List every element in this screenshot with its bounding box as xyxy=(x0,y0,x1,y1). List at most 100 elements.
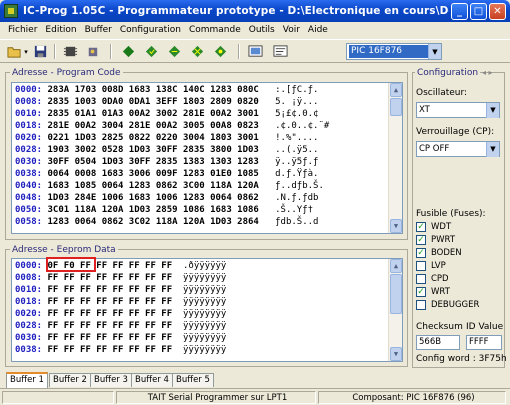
row-hex[interactable]: FF FF FF FF FF FF FF FF xyxy=(48,309,173,319)
fuse-checkbox-boden[interactable]: ✓ BODEN xyxy=(416,248,462,258)
save-icon[interactable] xyxy=(32,43,49,60)
checkbox-icon[interactable] xyxy=(416,274,426,284)
scroll-thumb[interactable] xyxy=(390,274,402,314)
title-bar[interactable]: IC-Prog 1.05C - Programmateur prototype … xyxy=(0,0,510,22)
row-address: 0050: xyxy=(15,205,43,215)
program-code-scrollbar[interactable]: ▲ ▼ xyxy=(388,83,402,233)
row-hex[interactable]: 3C01 118A 120A 1D03 2859 1086 1683 1086 xyxy=(48,205,259,215)
row-hex[interactable]: FF FF FF FF FF FF FF FF xyxy=(48,273,173,283)
toolbar-separator xyxy=(110,44,112,59)
fuse-checkbox-wdt[interactable]: ✓ WDT xyxy=(416,222,451,232)
tab-buffer-3[interactable]: Buffer 3 xyxy=(90,373,132,387)
row-ascii: ÿÿÿÿÿÿÿÿ xyxy=(182,345,227,355)
verify-icon[interactable] xyxy=(166,43,183,60)
blank-check-icon[interactable] xyxy=(212,43,229,60)
menu-edition[interactable]: Edition xyxy=(41,25,80,35)
eeprom-view[interactable]: 0000: 0F F0 FF FF FF FF FF FF .ðÿÿÿÿÿÿ 00… xyxy=(11,258,403,362)
menu-voir[interactable]: Voir xyxy=(279,25,304,35)
menu-fichier[interactable]: Fichier xyxy=(4,25,41,35)
app-icon xyxy=(4,4,18,18)
fuse-checkbox-debugger[interactable]: DEBUGGER xyxy=(416,300,479,310)
read-icon[interactable] xyxy=(143,43,160,60)
chip-settings-icon[interactable] xyxy=(84,43,101,60)
program-icon[interactable] xyxy=(120,43,137,60)
checkbox-icon[interactable] xyxy=(416,261,426,271)
row-hex[interactable]: 0221 1D03 2825 0822 0220 3004 1803 3001 xyxy=(48,133,259,143)
row-hex[interactable]: 1683 1085 0064 1283 0862 3C00 118A 120A xyxy=(48,181,259,191)
fuse-checkbox-wrt[interactable]: ✓ WRT xyxy=(416,287,450,297)
read-chip-icon[interactable] xyxy=(62,43,79,60)
row-address: 0038: xyxy=(15,169,43,179)
fuse-label: WDT xyxy=(431,222,452,232)
fuse-checkbox-cpd[interactable]: CPD xyxy=(416,274,449,284)
erase-icon[interactable] xyxy=(189,43,206,60)
lock-select[interactable]: CP OFF ▼ xyxy=(416,141,500,157)
row-ascii: !.%".... xyxy=(269,133,319,143)
chevron-down-icon[interactable]: ▼ xyxy=(428,44,441,59)
row-ascii: .Š..Yƒ† xyxy=(269,205,314,215)
row-address: 0000: xyxy=(15,85,43,95)
checkbox-icon[interactable]: ✓ xyxy=(416,235,426,245)
row-hex[interactable]: FF FF FF FF FF FF FF FF xyxy=(48,285,173,295)
open-file-icon[interactable] xyxy=(6,43,23,60)
panel-arrows-icon[interactable]: ◂ ▸ xyxy=(482,68,493,77)
fuse-checkbox-pwrt[interactable]: ✓ PWRT xyxy=(416,235,455,245)
row-ascii: ƒ..dƒb.Š. xyxy=(269,181,324,191)
eeprom-row: 0010: FF FF FF FF FF FF FF FF ÿÿÿÿÿÿÿÿ xyxy=(15,284,399,296)
status-bar: TAIT Serial Programmer sur LPT1 Composan… xyxy=(0,388,510,405)
menu-configuration[interactable]: Configuration xyxy=(116,25,185,35)
chevron-down-icon[interactable]: ▼ xyxy=(486,141,499,157)
row-hex[interactable]: 281E 00A2 3004 281E 00A2 3005 00A8 0823 xyxy=(48,121,259,131)
row-hex[interactable]: FF FF FF FF FF FF FF FF xyxy=(48,333,173,343)
row-hex[interactable]: FF FF FF FF FF FF FF FF xyxy=(48,345,173,355)
device-select[interactable]: PIC 16F876 ▼ xyxy=(346,43,442,60)
toolbar-separator xyxy=(238,44,240,59)
row-hex[interactable]: FF FF FF FF FF FF FF FF xyxy=(48,297,173,307)
checkbox-icon[interactable]: ✓ xyxy=(416,222,426,232)
scroll-thumb[interactable] xyxy=(390,98,402,116)
row-hex[interactable]: 1903 3002 0528 1D03 30FF 2835 3800 1D03 xyxy=(48,145,259,155)
oscillator-value: XT xyxy=(419,105,430,115)
tab-buffer-4[interactable]: Buffer 4 xyxy=(131,373,173,387)
maximize-button[interactable]: □ xyxy=(470,3,487,20)
checkbox-icon[interactable]: ✓ xyxy=(416,248,426,258)
oscillator-select[interactable]: XT ▼ xyxy=(416,102,500,118)
scroll-up-icon[interactable]: ▲ xyxy=(390,259,402,273)
menu-buffer[interactable]: Buffer xyxy=(81,25,116,35)
row-hex[interactable]: 1D03 284E 1006 1683 1006 1283 0064 0862 xyxy=(48,193,259,203)
view-assembler-icon[interactable] xyxy=(272,43,289,60)
tab-buffer-5[interactable]: Buffer 5 xyxy=(172,373,214,387)
chevron-down-icon[interactable]: ▼ xyxy=(486,102,499,118)
fuse-checkbox-lvp[interactable]: LVP xyxy=(416,261,446,271)
row-hex[interactable]: 2835 1003 0DA0 0DA1 3EFF 1803 2809 0820 xyxy=(48,97,259,107)
program-code-view[interactable]: 0000: 283A 1703 008D 1683 138C 140C 1283… xyxy=(11,82,403,234)
row-hex[interactable]: 2835 01A1 01A3 00A2 3002 281E 00A2 3001 xyxy=(48,109,259,119)
tab-buffer-1[interactable]: Buffer 1 xyxy=(6,372,48,388)
scroll-down-icon[interactable]: ▼ xyxy=(390,347,402,361)
row-address: 0008: xyxy=(15,273,43,283)
menu-aide[interactable]: Aide xyxy=(304,25,332,35)
fuse-label: LVP xyxy=(431,261,446,271)
id-value-field[interactable]: FFFF xyxy=(466,335,502,350)
minimize-button[interactable]: _ xyxy=(451,3,468,20)
row-address: 0048: xyxy=(15,193,43,203)
row-ascii: .¢.0..¢.¨# xyxy=(269,121,330,131)
scroll-up-icon[interactable]: ▲ xyxy=(390,83,402,97)
row-ascii: ÿÿÿÿÿÿÿÿ xyxy=(182,285,227,295)
row-hex[interactable]: FF FF FF FF FF FF FF FF xyxy=(48,321,173,331)
row-hex[interactable]: 1283 0064 0862 3C02 118A 120A 1D03 2864 xyxy=(48,217,259,227)
view-buffer-icon[interactable] xyxy=(247,43,264,60)
row-hex[interactable]: 283A 1703 008D 1683 138C 140C 1283 080C xyxy=(48,85,259,95)
scroll-down-icon[interactable]: ▼ xyxy=(390,219,402,233)
eeprom-scrollbar[interactable]: ▲ ▼ xyxy=(388,259,402,361)
fuse-label: DEBUGGER xyxy=(431,300,480,310)
tab-buffer-2[interactable]: Buffer 2 xyxy=(49,373,91,387)
chevron-down-icon[interactable]: ▾ xyxy=(22,43,30,60)
row-hex[interactable]: 30FF 0504 1D03 30FF 2835 1383 1303 1283 xyxy=(48,157,259,167)
menu-commande[interactable]: Commande xyxy=(185,25,245,35)
row-hex[interactable]: 0064 0008 1683 3006 009F 1283 01E0 1085 xyxy=(48,169,259,179)
close-button[interactable]: ✕ xyxy=(489,3,506,20)
checkbox-icon[interactable] xyxy=(416,300,426,310)
checkbox-icon[interactable]: ✓ xyxy=(416,287,426,297)
menu-outils[interactable]: Outils xyxy=(245,25,279,35)
